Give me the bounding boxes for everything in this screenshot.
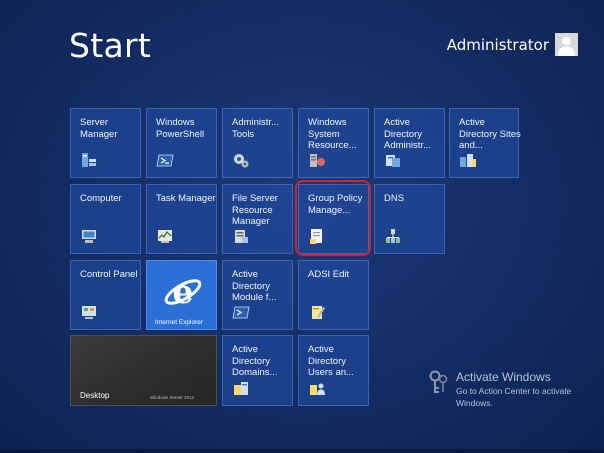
ad-domains-icon <box>234 382 248 395</box>
ad-admin-center-icon <box>386 155 400 167</box>
admin-tools-icon <box>234 154 249 168</box>
powershell-icon <box>156 154 174 167</box>
tile-label: Active Directory Administr... <box>384 117 431 151</box>
activate-windows-title: Activate Windows <box>456 370 551 384</box>
tile-server-manager[interactable]: Server Manager <box>70 108 141 178</box>
system-resource-icon <box>310 154 325 167</box>
selection-highlight <box>295 180 371 256</box>
tile-windows-powershell[interactable]: Windows PowerShell <box>146 108 217 178</box>
user-silhouette-icon <box>558 36 575 56</box>
tile-task-manager[interactable]: Task Manager <box>146 184 217 254</box>
tile-dns[interactable]: DNS <box>374 184 445 254</box>
tile-label: Server Manager <box>80 117 118 140</box>
tile-administrative-tools[interactable]: Administr... Tools <box>222 108 293 178</box>
tile-internet-explorer[interactable]: e Internet Explorer <box>146 260 217 330</box>
tile-ad-administrative-center[interactable]: Active Directory Administr... <box>374 108 445 178</box>
tile-label: Computer <box>80 193 122 204</box>
ad-module-icon <box>232 306 250 319</box>
control-panel-icon <box>82 306 96 319</box>
user-name: Administrator <box>446 35 549 54</box>
tile-label: Active Directory Module f... <box>232 269 277 303</box>
ad-sites-icon <box>460 154 476 167</box>
tile-label: Task Manager <box>156 193 216 204</box>
activate-windows-watermark: Activate Windows Go to Action Center to … <box>428 370 604 409</box>
avatar <box>555 33 578 56</box>
tile-label: Active Directory Sites and... <box>459 117 521 151</box>
tile-label: DNS <box>384 193 405 204</box>
tile-system-resource-manager[interactable]: Windows System Resource... <box>298 108 369 178</box>
tile-adsi-edit[interactable]: ADSI Edit <box>298 260 369 330</box>
tile-ad-domains-and-trusts[interactable]: Active Directory Domains... <box>222 335 293 406</box>
tile-label: Desktop <box>80 391 110 400</box>
internet-explorer-icon: e <box>164 272 202 311</box>
tile-label: Active Directory Domains... <box>232 344 278 378</box>
tile-label: Windows System Resource... <box>308 117 357 151</box>
tile-label: Administr... Tools <box>232 117 279 140</box>
ad-users-icon <box>310 383 325 395</box>
tile-control-panel[interactable]: Control Panel <box>70 260 141 330</box>
tile-desktop[interactable]: Desktop Windows Server 2012 <box>70 335 217 406</box>
dns-icon <box>386 229 400 243</box>
computer-icon <box>82 230 96 243</box>
tile-file-server-resource-manager[interactable]: File Server Resource Manager <box>222 184 293 254</box>
activate-windows-subtitle: Go to Action Center to activate Windows. <box>456 386 572 408</box>
tile-computer[interactable]: Computer <box>70 184 141 254</box>
tile-label: Active Directory Users an... <box>308 344 354 378</box>
user-account[interactable]: Administrator <box>447 33 578 56</box>
bottom-edge <box>0 449 604 453</box>
server-manager-icon <box>82 153 96 167</box>
svg-text:e: e <box>173 272 194 311</box>
keys-icon <box>429 370 448 393</box>
start-title: Start <box>69 26 152 65</box>
tile-label: Internet Explorer <box>155 319 204 326</box>
adsi-edit-icon <box>312 306 325 319</box>
file-server-icon <box>235 230 248 243</box>
tile-ad-sites-and-services[interactable]: Active Directory Sites and... <box>449 108 521 178</box>
windows-server-brand: Windows Server 2012 <box>149 395 194 400</box>
task-manager-icon <box>158 230 172 243</box>
tile-ad-module-for-powershell[interactable]: Active Directory Module f... <box>222 260 293 330</box>
tile-label: Control Panel <box>80 269 138 280</box>
tile-label: File Server Resource Manager <box>232 193 278 227</box>
tile-ad-users-and-computers[interactable]: Active Directory Users an... <box>298 335 369 406</box>
tile-label: ADSI Edit <box>308 269 350 280</box>
tile-label: Windows PowerShell <box>156 117 205 140</box>
